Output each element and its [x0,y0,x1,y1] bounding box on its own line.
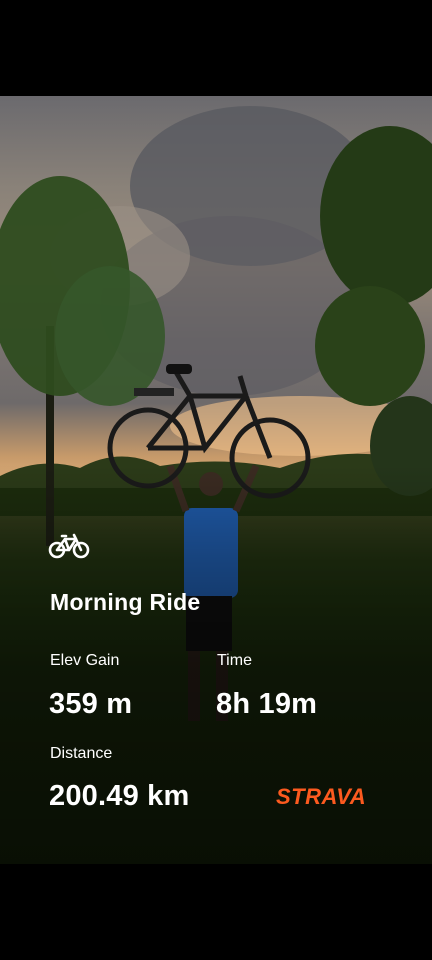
elev-gain-value: 359 m [49,688,133,720]
bicycle-icon [48,533,90,559]
distance-label: Distance [50,745,113,762]
time-value: 8h 19m [216,688,318,720]
elev-gain-label: Elev Gain [50,652,120,669]
activity-title: Morning Ride [50,589,201,615]
strava-logo: STRAVA [276,784,367,809]
activity-share-screen: Morning Ride Elev Gain 359 m Time 8h 19m… [0,0,432,960]
time-label: Time [217,652,252,669]
distance-value: 200.49 km [49,780,190,812]
